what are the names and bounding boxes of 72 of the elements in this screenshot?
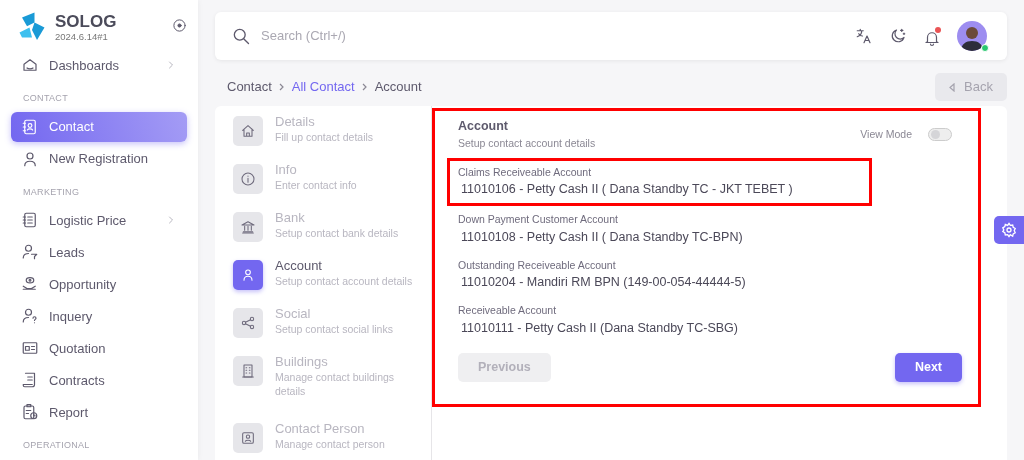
breadcrumb-link[interactable]: All Contact [291, 77, 355, 97]
brand-name: SOLOG [55, 13, 118, 30]
step-title: Info [275, 162, 298, 178]
contact-book-icon [21, 117, 39, 136]
clipboard-clock-icon [21, 403, 39, 422]
step-title: Contact Person [275, 420, 366, 437]
step-subtitle: Setup contact social links [275, 321, 394, 337]
step-title: Account [275, 258, 323, 274]
menu-item[interactable]: Report [11, 397, 187, 428]
toggle-label: View Mode [860, 127, 912, 142]
price-list-icon [21, 211, 39, 230]
step-title: Details [275, 114, 316, 130]
user-icon [21, 149, 39, 168]
field-label: Claims Receiveable Account [458, 164, 593, 180]
menu-item[interactable]: Inquery [11, 301, 187, 332]
step-title: Social [275, 306, 312, 322]
moon-icon[interactable] [889, 27, 907, 45]
step-title: Buildings [275, 354, 329, 370]
gear-icon [1001, 222, 1017, 238]
version-text: 2024.6.14#1 [55, 30, 109, 44]
wizard-step[interactable]: Account Setup contact account details [233, 258, 431, 290]
section-heading: MARKETING [22, 185, 81, 199]
view-mode-toggle[interactable] [928, 128, 952, 142]
field-value: 11010111 - Petty Cash II (Dana Standby TC-SBG) [460, 319, 739, 337]
building-icon [240, 363, 256, 379]
menu-item[interactable]: Opportunity [11, 269, 187, 300]
section-heading: CONTACT [22, 92, 69, 106]
panel-subtitle: Setup contact account details [458, 135, 596, 151]
logo-icon [17, 10, 47, 40]
menu-item[interactable]: Quotation [11, 333, 187, 364]
collapse-toggle-icon[interactable] [172, 18, 187, 33]
breadcrumb-separator-icon [361, 83, 368, 91]
menu-item[interactable]: Contracts [11, 365, 187, 396]
section-heading: OPERATIONAL [22, 439, 91, 453]
step-subtitle: Manage contact buildings details [275, 369, 396, 399]
search-field[interactable]: Search (Ctrl+/) [259, 25, 459, 47]
field-label: Receiveable Account [458, 303, 558, 318]
menu-item[interactable]: Logistic Price [11, 205, 187, 236]
menu-item[interactable]: Contact [11, 111, 187, 142]
contact-card-icon [240, 429, 256, 446]
settings-button[interactable] [994, 216, 1024, 244]
step-subtitle: Setup contact account details [275, 273, 414, 289]
step-subtitle: Manage contact person [275, 436, 386, 452]
user-icon [240, 267, 256, 283]
info-icon [240, 171, 256, 187]
notification-button[interactable] [923, 27, 941, 45]
field-value: 11010106 - Petty Cash II ( Dana Standby TC - JKT TEBET ) [460, 181, 794, 199]
field-value: 11010108 - Petty Cash II ( Dana Standby TC-BPN) [460, 228, 744, 246]
breadcrumb-item: Account [374, 78, 422, 97]
user-avatar[interactable] [957, 21, 987, 51]
house-icon [240, 123, 256, 139]
next-button[interactable]: Next [894, 352, 962, 382]
user-filter-icon [21, 243, 39, 262]
field-label: Outstanding Receiveable Account [458, 257, 617, 273]
breadcrumb-item: Contact [227, 78, 272, 97]
menu-item[interactable]: Leads [11, 237, 187, 268]
breadcrumb-separator-icon [278, 83, 285, 91]
translate-icon[interactable] [855, 27, 873, 45]
step-subtitle: Setup contact bank details [275, 225, 400, 241]
field-label: Down Payment Customer Account [458, 212, 619, 227]
user-question-icon [21, 307, 39, 326]
panel-title: Account [458, 118, 509, 135]
step-title: Bank [275, 210, 306, 226]
bank-icon [240, 219, 256, 235]
field-value: 11010204 - Mandiri RM BPN (149-00-054-44444-5) [460, 274, 747, 292]
share-icon [240, 315, 256, 331]
step-subtitle: Enter contact info [275, 177, 358, 193]
caret-left-icon [949, 82, 957, 92]
search-icon [231, 26, 251, 46]
step-subtitle: Fill up contact details [275, 129, 375, 145]
menu-item[interactable]: Dashboards [11, 50, 187, 81]
menu-item[interactable]: New Registration [11, 143, 187, 174]
